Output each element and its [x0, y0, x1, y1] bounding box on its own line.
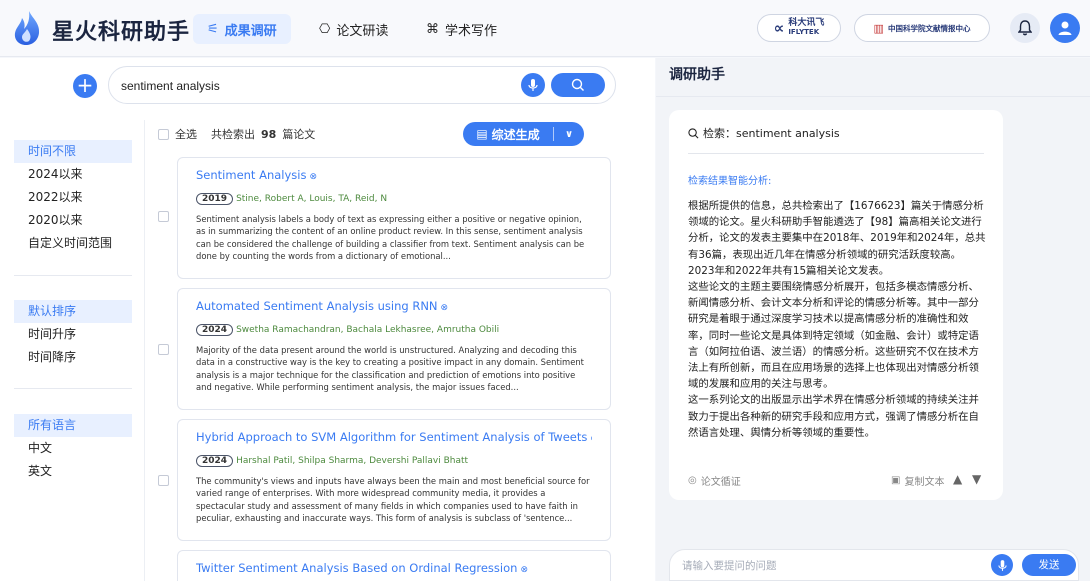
link-icon[interactable]: ⊗	[309, 172, 317, 182]
tab-label: 成果调研	[224, 23, 277, 39]
generate-summary-button[interactable]: ▤ 综述生成 ∨	[463, 122, 584, 146]
paper-checkbox[interactable]	[158, 344, 169, 355]
divider	[14, 388, 132, 389]
divider	[656, 96, 1090, 97]
filter-time-2020[interactable]: 2020以来	[14, 209, 132, 232]
filter-time-custom[interactable]: 自定义时间范围	[14, 232, 132, 255]
search-bar	[108, 66, 616, 104]
paper-abstract: Majority of the data present around the …	[196, 345, 584, 393]
paper-title[interactable]: Sentiment Analysis	[196, 168, 306, 182]
result-count-suffix: 篇论文	[282, 128, 316, 141]
thumbs-down-icon[interactable]: ▼	[972, 472, 981, 486]
document-icon: ▤	[476, 127, 488, 141]
logo-flame-icon	[14, 11, 40, 45]
add-button[interactable]: +	[73, 74, 97, 98]
tab-label: 学术写作	[445, 23, 498, 39]
sort-default[interactable]: 默认排序	[14, 300, 132, 323]
analysis-text: 根据所提供的信息，总共检索出了【1676623】篇关于情感分析领域的论文。星火科…	[688, 198, 986, 441]
paper-card[interactable]: Sentiment Analysis ⊗ 2019 Stine, Robert A,…	[177, 157, 611, 279]
paper-checkbox[interactable]	[158, 475, 169, 486]
summary-button-label: 综述生成	[491, 127, 540, 142]
lang-chinese[interactable]: 中文	[14, 437, 132, 460]
user-avatar-icon[interactable]	[1050, 13, 1080, 43]
select-all-label[interactable]: 全选	[175, 126, 197, 142]
copy-label: 复制文本	[904, 477, 945, 488]
paper-authors: Swetha Ramachandran, Bachala Lekhasree, …	[236, 325, 500, 335]
paper-title[interactable]: Automated Sentiment Analysis using RNN	[196, 299, 438, 313]
search-input[interactable]	[121, 76, 501, 96]
card-footer: ◎ 论文循证 ▣ 复制文本 ▲ ▼	[688, 472, 986, 489]
filter-time-any[interactable]: 时间不限	[14, 140, 132, 163]
partner-cas-logo: ▥ 中国科学院文献情报中心	[854, 14, 990, 42]
paper-authors: Harshal Patil, Shilpa Sharma, Devershi P…	[236, 456, 469, 466]
target-icon: ◎	[688, 475, 697, 486]
language-filter-group: 所有语言 中文 英文	[14, 414, 132, 483]
top-header: 星火科研助手 ⚟ 成果调研 ⎔ 论文研读 ⌘ 学术写作 ∝ 科大讯飞 IFLYT…	[0, 0, 1090, 57]
tab-paper-reading[interactable]: ⎔ 论文研读	[305, 14, 402, 44]
filter-time-2024[interactable]: 2024以来	[14, 163, 132, 186]
assistant-title: 调研助手	[669, 67, 725, 83]
analysis-paragraph: 这些论文的主题主要围绕情感分析展开，包括多模态情感分析、新闻情感分析、会计文本分…	[688, 281, 979, 391]
bell-icon[interactable]	[1010, 13, 1040, 43]
chevron-down-icon[interactable]: ∨	[554, 129, 584, 140]
link-icon[interactable]: ⊗	[590, 434, 592, 444]
divider	[14, 275, 132, 276]
filter-time-2022[interactable]: 2022以来	[14, 186, 132, 209]
paper-title[interactable]: Twitter Sentiment Analysis Based on Ordi…	[196, 561, 517, 575]
divider	[688, 153, 984, 154]
app-title: 星火科研助手	[52, 20, 191, 45]
microphone-icon[interactable]	[521, 73, 545, 97]
tab-research[interactable]: ⚟ 成果调研	[193, 14, 291, 44]
search-query-label: 检索：sentiment analysis	[688, 125, 840, 141]
search-icon	[571, 78, 584, 91]
lang-english[interactable]: 英文	[14, 460, 132, 483]
search-button[interactable]	[551, 73, 605, 97]
iflytek-mark-icon: ∝	[773, 19, 785, 37]
thumbs-up-icon[interactable]: ▲	[953, 472, 962, 486]
tab-academic-writing[interactable]: ⌘ 学术写作	[412, 14, 511, 44]
cas-mark-icon: ▥	[873, 21, 884, 35]
sort-filter-group: 默认排序 时间升序 时间降序	[14, 300, 132, 369]
evidence-button[interactable]: ◎ 论文循证	[688, 473, 741, 488]
result-count: 98	[261, 127, 277, 141]
paper-checkbox[interactable]	[158, 211, 169, 222]
analysis-card: 检索：sentiment analysis 检索结果智能分析: 根据所提供的信息…	[669, 110, 1003, 500]
analysis-paragraph: 根据所提供的信息，总共检索出了【1676623】篇关于情感分析领域的论文。星火科…	[688, 200, 986, 277]
time-filter-group: 时间不限 2024以来 2022以来 2020以来 自定义时间范围	[14, 140, 132, 255]
book-open-icon: ⎔	[319, 21, 331, 37]
paper-title[interactable]: Hybrid Approach to SVM Algorithm for Sen…	[196, 430, 587, 444]
sort-time-asc[interactable]: 时间升序	[14, 323, 132, 346]
analysis-subheading: 检索结果智能分析:	[688, 176, 772, 187]
filter-settings-icon: ⚟	[207, 21, 219, 37]
year-badge: 2024	[196, 324, 234, 336]
copy-icon: ▣	[891, 475, 901, 486]
chat-input-bar: 发送	[669, 549, 1079, 581]
search-icon	[688, 127, 699, 138]
pen-icon: ⌘	[426, 21, 439, 37]
link-icon[interactable]: ⊗	[520, 565, 528, 575]
select-all-checkbox[interactable]	[158, 128, 169, 140]
paper-authors: Stine, Robert A, Louis, TA, Reid, N	[236, 194, 388, 204]
analysis-paragraph: 这一系列论文的出版显示出学术界在情感分析领域的持续关注并致力于提出各种新的研究手…	[688, 394, 979, 439]
partner-iflytek-logo: ∝ 科大讯飞 IFLYTEK	[757, 14, 841, 42]
year-badge: 2024	[196, 455, 234, 467]
paper-abstract: The community's views and inputs have al…	[196, 476, 590, 524]
paper-abstract: Sentiment analysis labels a body of text…	[196, 214, 585, 262]
copy-text-button[interactable]: ▣ 复制文本	[891, 473, 944, 488]
paper-card[interactable]: Hybrid Approach to SVM Algorithm for Sen…	[177, 419, 611, 541]
sort-time-desc[interactable]: 时间降序	[14, 346, 132, 369]
tab-label: 论文研读	[336, 23, 389, 39]
evidence-label: 论文循证	[700, 477, 741, 488]
filter-sidebar: 时间不限 2024以来 2022以来 2020以来 自定义时间范围 默认排序 时…	[0, 120, 145, 581]
send-button[interactable]: 发送	[1022, 554, 1076, 576]
paper-card[interactable]: Automated Sentiment Analysis using RNN ⊗ …	[177, 288, 611, 410]
year-badge: 2019	[196, 193, 234, 205]
result-count-prefix: 共检索出	[211, 128, 255, 141]
lang-all[interactable]: 所有语言	[14, 414, 132, 437]
microphone-icon[interactable]	[991, 554, 1013, 576]
paper-card[interactable]: Twitter Sentiment Analysis Based on Ordi…	[177, 550, 611, 581]
link-icon[interactable]: ⊗	[441, 303, 449, 313]
question-input[interactable]	[682, 558, 982, 574]
